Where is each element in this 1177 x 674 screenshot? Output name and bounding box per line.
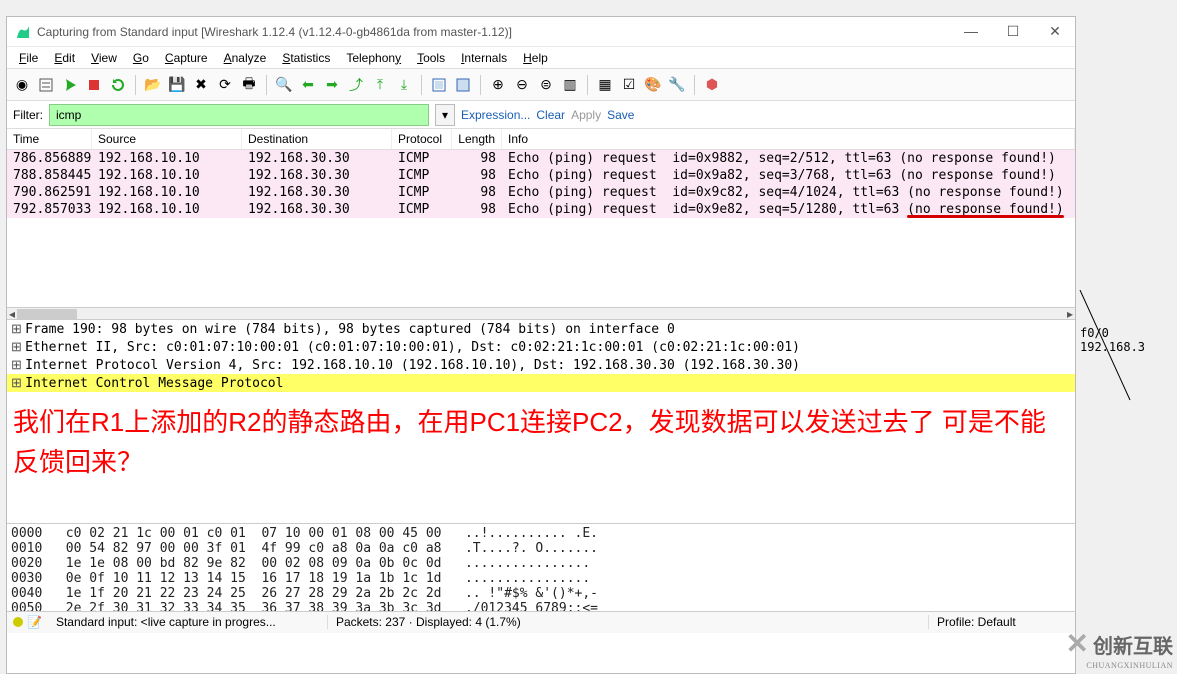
zoom-reset-icon[interactable]: ⊜ <box>535 74 557 96</box>
menu-capture[interactable]: Capture <box>159 49 214 67</box>
colorize-icon[interactable] <box>428 74 450 96</box>
zoom-out-icon[interactable]: ⊖ <box>511 74 533 96</box>
tree-icmp[interactable]: Internet Control Message Protocol <box>7 374 1075 392</box>
tree-eth[interactable]: Ethernet II, Src: c0:01:07:10:00:01 (c0:… <box>7 338 1075 356</box>
back-icon[interactable]: ⬅ <box>297 74 319 96</box>
tree-frame[interactable]: Frame 190: 98 bytes on wire (784 bits), … <box>7 320 1075 338</box>
packet-row[interactable]: 792.857033192.168.10.10192.168.30.30ICMP… <box>7 201 1075 218</box>
col-length[interactable]: Length <box>452 129 502 149</box>
col-destination[interactable]: Destination <box>242 129 392 149</box>
packet-details[interactable]: Frame 190: 98 bytes on wire (784 bits), … <box>7 319 1075 392</box>
col-time[interactable]: Time <box>7 129 92 149</box>
interfaces-icon[interactable]: ◉ <box>11 74 33 96</box>
filter-bar: Filter: ▾ Expression... Clear Apply Save <box>7 101 1075 129</box>
minimize-button[interactable]: — <box>959 23 983 40</box>
menu-internals[interactable]: Internals <box>455 49 513 67</box>
filter-label: Filter: <box>13 108 43 122</box>
packet-row[interactable]: 786.856889192.168.10.10192.168.30.30ICMP… <box>7 150 1075 167</box>
autoscroll-icon[interactable] <box>452 74 474 96</box>
start-icon[interactable] <box>59 74 81 96</box>
save-filter-button[interactable]: Save <box>607 108 634 122</box>
col-protocol[interactable]: Protocol <box>392 129 452 149</box>
options-icon[interactable] <box>35 74 57 96</box>
open-icon[interactable]: 📂 <box>142 74 164 96</box>
status-profile[interactable]: Profile: Default <box>929 615 1069 629</box>
help-icon[interactable]: ⬢ <box>701 74 723 96</box>
packet-list[interactable]: Time Source Destination Protocol Length … <box>7 129 1075 307</box>
maximize-button[interactable]: ☐ <box>1001 23 1025 40</box>
annotation-text: 我们在R1上添加的R2的静态路由，在用PC1连接PC2，发现数据可以发送过去了 … <box>7 392 1075 523</box>
filter-dropdown[interactable]: ▾ <box>435 104 455 126</box>
packet-list-header: Time Source Destination Protocol Length … <box>7 129 1075 150</box>
logo-icon: ✕ <box>1066 627 1089 661</box>
display-filters-icon[interactable]: ☑ <box>618 74 640 96</box>
toolbar: ◉ 📂 💾 ✖ ⟳ 🖶 🔍 ⬅ ➡ ⤴ ⤒ ⤓ ⊕ ⊖ ⊜ ▥ ▦ ☑ 🎨 🔧 … <box>7 69 1075 101</box>
app-icon <box>15 24 31 40</box>
packet-bytes[interactable]: 0000 c0 02 21 1c 00 01 c0 01 07 10 00 01… <box>7 523 1075 611</box>
save-icon[interactable]: 💾 <box>166 74 188 96</box>
expert-info-icon[interactable]: 📝 <box>27 615 42 629</box>
hscroll[interactable]: ◂▸ <box>7 307 1075 319</box>
zoom-in-icon[interactable]: ⊕ <box>487 74 509 96</box>
goto-icon[interactable]: ⤴ <box>345 74 367 96</box>
capture-led-icon <box>13 617 23 627</box>
resize-cols-icon[interactable]: ▥ <box>559 74 581 96</box>
menu-tools[interactable]: Tools <box>411 49 451 67</box>
restart-icon[interactable] <box>107 74 129 96</box>
wireshark-window: Capturing from Standard input [Wireshark… <box>6 16 1076 674</box>
filter-input[interactable] <box>49 104 429 126</box>
status-packets: Packets: 237 · Displayed: 4 (1.7%) <box>328 615 929 629</box>
col-source[interactable]: Source <box>92 129 242 149</box>
menu-telephony[interactable]: Telephony <box>340 49 407 67</box>
menu-statistics[interactable]: Statistics <box>276 49 336 67</box>
prefs-icon[interactable]: 🔧 <box>666 74 688 96</box>
packet-row[interactable]: 790.862591192.168.10.10192.168.30.30ICMP… <box>7 184 1075 201</box>
col-info[interactable]: Info <box>502 129 1075 149</box>
expression-button[interactable]: Expression... <box>461 108 530 122</box>
titlebar: Capturing from Standard input [Wireshark… <box>7 17 1075 47</box>
window-title: Capturing from Standard input [Wireshark… <box>37 25 959 39</box>
menubar: File Edit View Go Capture Analyze Statis… <box>7 47 1075 69</box>
menu-help[interactable]: Help <box>517 49 554 67</box>
menu-edit[interactable]: Edit <box>48 49 81 67</box>
tree-ip[interactable]: Internet Protocol Version 4, Src: 192.16… <box>7 356 1075 374</box>
reload-icon[interactable]: ⟳ <box>214 74 236 96</box>
watermark-logo: ✕创新互联 CHUANGXINHULIAN <box>1066 627 1173 670</box>
close-file-icon[interactable]: ✖ <box>190 74 212 96</box>
menu-go[interactable]: Go <box>127 49 155 67</box>
first-icon[interactable]: ⤒ <box>369 74 391 96</box>
capture-filters-icon[interactable]: ▦ <box>594 74 616 96</box>
last-icon[interactable]: ⤓ <box>393 74 415 96</box>
coloring-rules-icon[interactable]: 🎨 <box>642 74 664 96</box>
menu-view[interactable]: View <box>85 49 123 67</box>
forward-icon[interactable]: ➡ <box>321 74 343 96</box>
clear-button[interactable]: Clear <box>536 108 565 122</box>
statusbar: 📝 Standard input: <live capture in progr… <box>7 611 1075 633</box>
print-icon[interactable]: 🖶 <box>238 74 260 96</box>
status-capture: Standard input: <live capture in progres… <box>48 615 328 629</box>
menu-analyze[interactable]: Analyze <box>218 49 273 67</box>
close-button[interactable]: ✕ <box>1043 23 1067 40</box>
menu-file[interactable]: File <box>13 49 44 67</box>
stop-icon[interactable] <box>83 74 105 96</box>
packet-row[interactable]: 788.858445192.168.10.10192.168.30.30ICMP… <box>7 167 1075 184</box>
apply-button[interactable]: Apply <box>571 108 601 122</box>
find-icon[interactable]: 🔍 <box>273 74 295 96</box>
